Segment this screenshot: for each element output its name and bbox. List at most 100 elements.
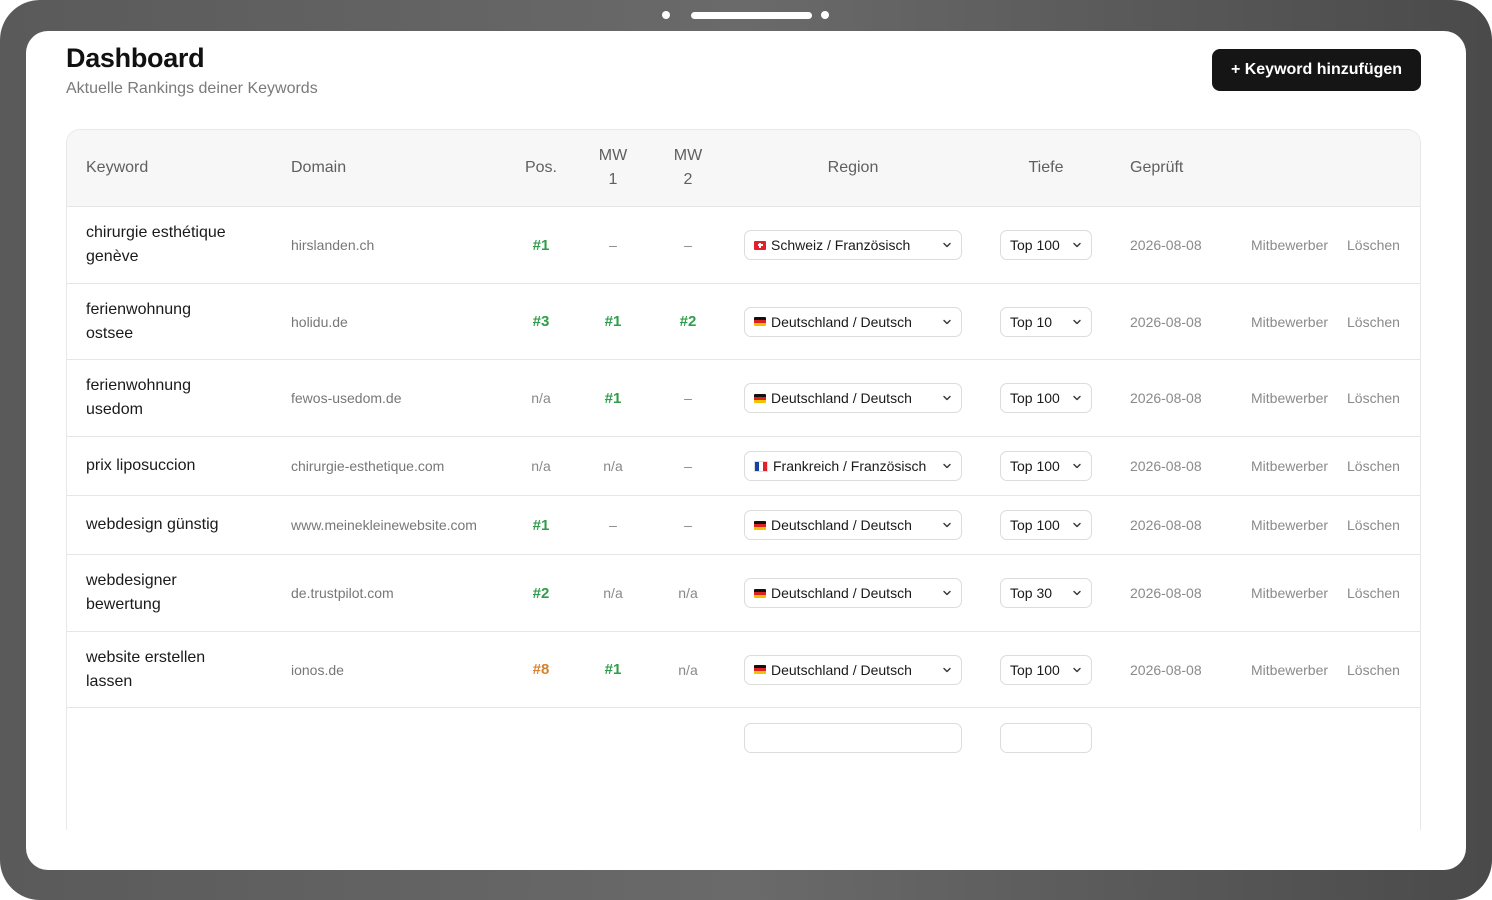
tiefe-value: Top 30 bbox=[1010, 585, 1053, 601]
domain-text: ionos.de bbox=[291, 661, 344, 678]
delete-cell: Löschen bbox=[1347, 207, 1407, 283]
position-cell: #1 bbox=[511, 207, 571, 283]
domain-text: www.meinekleinewebsite.com bbox=[291, 517, 477, 533]
competitors-cell: Mitbewerber bbox=[1251, 284, 1341, 359]
camera-dot-icon bbox=[662, 11, 670, 19]
region-value: Deutschland / Deutsch bbox=[771, 517, 912, 533]
competitors-link[interactable]: Mitbewerber bbox=[1251, 237, 1328, 253]
column-header-region: Region bbox=[827, 159, 879, 176]
keyword-text: ferienwohnung ostsee bbox=[86, 298, 191, 346]
region-value: Frankreich / Französisch bbox=[773, 458, 927, 474]
delete-link[interactable]: Löschen bbox=[1347, 662, 1400, 678]
tiefe-select[interactable] bbox=[1000, 723, 1092, 753]
mw1-value: #1 bbox=[604, 313, 622, 330]
tiefe-select[interactable]: Top 100 bbox=[1000, 383, 1092, 413]
tiefe-value: Top 100 bbox=[1010, 237, 1060, 253]
chevron-down-icon bbox=[943, 319, 951, 324]
competitors-cell: Mitbewerber bbox=[1251, 555, 1341, 631]
domain-cell: fewos-usedom.de bbox=[291, 360, 501, 436]
table-row: webdesign günstig www.meinekleinewebsite.… bbox=[67, 496, 1420, 555]
add-keyword-button[interactable]: + Keyword hinzufügen bbox=[1212, 49, 1421, 91]
tiefe-select[interactable]: Top 100 bbox=[1000, 451, 1092, 481]
delete-link[interactable]: Löschen bbox=[1347, 390, 1400, 406]
competitors-link[interactable]: Mitbewerber bbox=[1251, 585, 1328, 601]
tiefe-cell: Top 100 bbox=[1000, 632, 1092, 707]
position-cell: #1 bbox=[511, 496, 571, 554]
competitors-cell: Mitbewerber bbox=[1251, 437, 1341, 495]
region-select[interactable]: Frankreich / Französisch bbox=[744, 451, 962, 481]
competitors-cell: Mitbewerber bbox=[1251, 496, 1341, 554]
keyword-line: webdesigner bbox=[86, 572, 177, 589]
keyword-text: website erstellen lassen bbox=[86, 646, 205, 694]
competitors-cell: Mitbewerber bbox=[1251, 207, 1341, 283]
date-cell: 2026-08-08 bbox=[1130, 555, 1230, 631]
competitors-link[interactable]: Mitbewerber bbox=[1251, 390, 1328, 406]
competitors-link[interactable]: Mitbewerber bbox=[1251, 314, 1328, 330]
delete-link[interactable]: Löschen bbox=[1347, 517, 1400, 533]
delete-link[interactable]: Löschen bbox=[1347, 585, 1400, 601]
mw2-cell: n/a bbox=[658, 632, 718, 707]
tiefe-select[interactable]: Top 100 bbox=[1000, 230, 1092, 260]
keyword-line: lassen bbox=[86, 672, 133, 690]
chevron-down-icon bbox=[1073, 522, 1081, 528]
position-value: #8 bbox=[532, 661, 550, 678]
region-value: Deutschland / Deutsch bbox=[771, 390, 912, 406]
tiefe-select[interactable]: Top 100 bbox=[1000, 510, 1092, 540]
delete-cell: Löschen bbox=[1347, 496, 1407, 554]
chevron-down-icon bbox=[1073, 463, 1081, 469]
domain-cell: hirslanden.ch bbox=[291, 207, 501, 283]
tiefe-cell: Top 100 bbox=[1000, 496, 1092, 554]
chevron-down-icon bbox=[1073, 319, 1081, 324]
mw2-value: – bbox=[684, 390, 692, 406]
keyword-cell: webdesign günstig bbox=[86, 496, 276, 554]
tiefe-select[interactable]: Top 100 bbox=[1000, 654, 1092, 685]
tiefe-select[interactable]: Top 30 bbox=[1000, 578, 1092, 608]
region-value: Deutschland / Deutsch bbox=[771, 661, 912, 678]
region-select[interactable]: Deutschland / Deutsch bbox=[744, 510, 962, 540]
region-select[interactable]: Deutschland / Deutsch bbox=[744, 578, 962, 608]
flag-de-icon bbox=[754, 665, 766, 674]
column-header-domain: Domain bbox=[291, 159, 347, 176]
delete-cell: Löschen bbox=[1347, 437, 1407, 495]
mw2-cell: – bbox=[658, 207, 718, 283]
checked-date: 2026-08-08 bbox=[1130, 313, 1202, 330]
region-select[interactable] bbox=[744, 723, 962, 753]
competitors-link[interactable]: Mitbewerber bbox=[1251, 458, 1328, 474]
competitors-link[interactable]: Mitbewerber bbox=[1251, 662, 1328, 678]
flag-de-icon bbox=[754, 317, 766, 326]
mw1-value: – bbox=[609, 237, 617, 253]
delete-link[interactable]: Löschen bbox=[1347, 237, 1400, 253]
mw1-cell: #1 bbox=[583, 360, 643, 436]
keyword-cell: chirurgie esthétique genève bbox=[86, 207, 276, 283]
flag-de-icon bbox=[754, 588, 766, 598]
mw2-value: – bbox=[684, 237, 692, 253]
competitors-cell: Mitbewerber bbox=[1251, 632, 1341, 707]
region-select[interactable]: Schweiz / Französisch bbox=[744, 230, 962, 260]
competitors-link[interactable]: Mitbewerber bbox=[1251, 517, 1328, 533]
chevron-down-icon bbox=[1073, 395, 1081, 401]
table-row: chirurgie esthétique genève hirslanden.ch #… bbox=[67, 207, 1420, 284]
region-select[interactable]: Deutschland / Deutsch bbox=[744, 306, 962, 337]
region-cell: Frankreich / Französisch bbox=[744, 437, 962, 495]
keyword-text: webdesign günstig bbox=[86, 513, 219, 537]
column-header-mw1: MW 1 bbox=[583, 130, 643, 206]
date-cell: 2026-08-08 bbox=[1130, 496, 1230, 554]
table-row: prix liposuccion chirurgie-esthetique.com… bbox=[67, 437, 1420, 496]
keyword-line: webdesign günstig bbox=[86, 516, 219, 533]
table-row: webdesigner bewertung de.trustpilot.com #2 n… bbox=[67, 555, 1420, 632]
tiefe-select[interactable]: Top 10 bbox=[1000, 306, 1092, 337]
chevron-down-icon bbox=[1073, 667, 1081, 672]
delete-link[interactable]: Löschen bbox=[1347, 458, 1400, 474]
position-value: n/a bbox=[531, 390, 551, 406]
flag-ch-icon bbox=[754, 240, 766, 250]
date-cell: 2026-08-08 bbox=[1130, 632, 1230, 707]
region-select[interactable]: Deutschland / Deutsch bbox=[744, 654, 962, 685]
mw2-value: n/a bbox=[678, 661, 698, 678]
mw1-cell: #1 bbox=[583, 284, 643, 359]
position-cell: #3 bbox=[511, 284, 571, 359]
region-select[interactable]: Deutschland / Deutsch bbox=[744, 383, 962, 413]
keyword-cell: prix liposuccion bbox=[86, 437, 276, 495]
delete-link[interactable]: Löschen bbox=[1347, 314, 1400, 330]
chevron-down-icon bbox=[943, 395, 951, 401]
flag-fr-icon bbox=[754, 460, 768, 472]
